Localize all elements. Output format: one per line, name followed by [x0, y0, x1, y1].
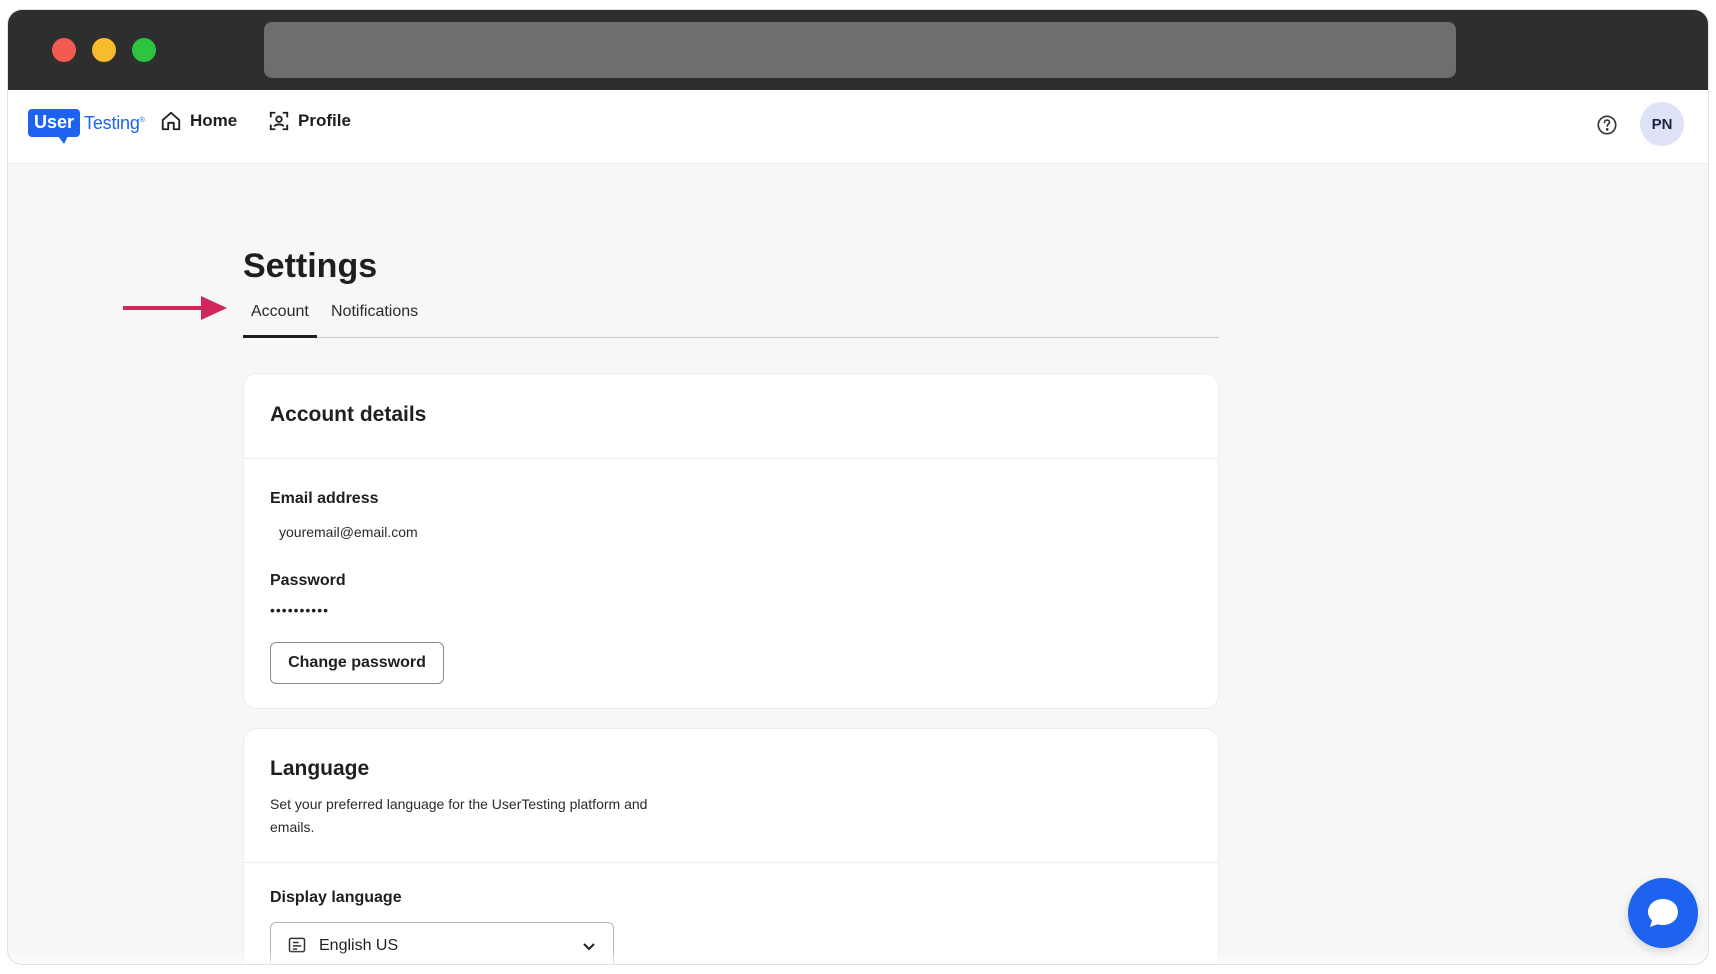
annotation-arrow-icon: [123, 296, 227, 320]
nav-home-label: Home: [190, 111, 238, 130]
chat-launcher-button[interactable]: [1628, 878, 1698, 948]
page-title: Settings: [243, 247, 378, 285]
settings-tabs: Account Notifications: [243, 298, 1219, 338]
usertesting-logo[interactable]: User Testing®: [28, 108, 145, 144]
language-title: Language: [270, 757, 370, 780]
main-content: Settings Account Notifications Account d…: [8, 165, 1708, 964]
logo-testing-text: Testing®: [84, 113, 145, 134]
app-header: User Testing® Home Profile PN: [8, 90, 1708, 164]
email-value: youremail@email.com: [279, 524, 418, 540]
account-details-title: Account details: [270, 403, 427, 426]
password-value: ••••••••••: [270, 602, 330, 618]
change-password-button[interactable]: Change password: [270, 642, 444, 684]
password-label: Password: [270, 572, 346, 589]
home-icon: [161, 111, 181, 131]
language-card: Language Set your preferred language for…: [243, 728, 1219, 964]
maximize-window-button[interactable]: [132, 38, 156, 62]
bottom-fade: [8, 950, 1708, 964]
language-description: Set your preferred language for the User…: [270, 796, 648, 835]
nav-profile-label: Profile: [298, 111, 351, 130]
minimize-window-button[interactable]: [92, 38, 116, 62]
logo-registered-mark: ®: [139, 116, 145, 124]
chat-bubble-icon: [1648, 899, 1678, 927]
nav-home[interactable]: Home: [160, 110, 237, 132]
language-header: Language Set your preferred language for…: [244, 729, 1218, 863]
logo-user-mark: User: [28, 109, 81, 144]
avatar[interactable]: PN: [1640, 102, 1684, 146]
email-label: Email address: [270, 490, 379, 507]
tab-account[interactable]: Account: [243, 298, 317, 338]
browser-window: User Testing® Home Profile PN Settings A…: [8, 10, 1708, 964]
profile-icon: [269, 111, 289, 131]
account-details-header: Account details: [244, 374, 1218, 459]
help-circle-icon[interactable]: [1596, 114, 1618, 136]
close-window-button[interactable]: [52, 38, 76, 62]
nav-profile[interactable]: Profile: [268, 110, 351, 132]
account-details-card: Account details Email address youremail@…: [243, 373, 1219, 709]
tab-notifications[interactable]: Notifications: [323, 298, 426, 338]
title-bar: [8, 10, 1708, 90]
display-language-label: Display language: [270, 889, 402, 906]
logo-testing-label: Testing: [84, 112, 140, 133]
address-bar[interactable]: [264, 22, 1456, 78]
